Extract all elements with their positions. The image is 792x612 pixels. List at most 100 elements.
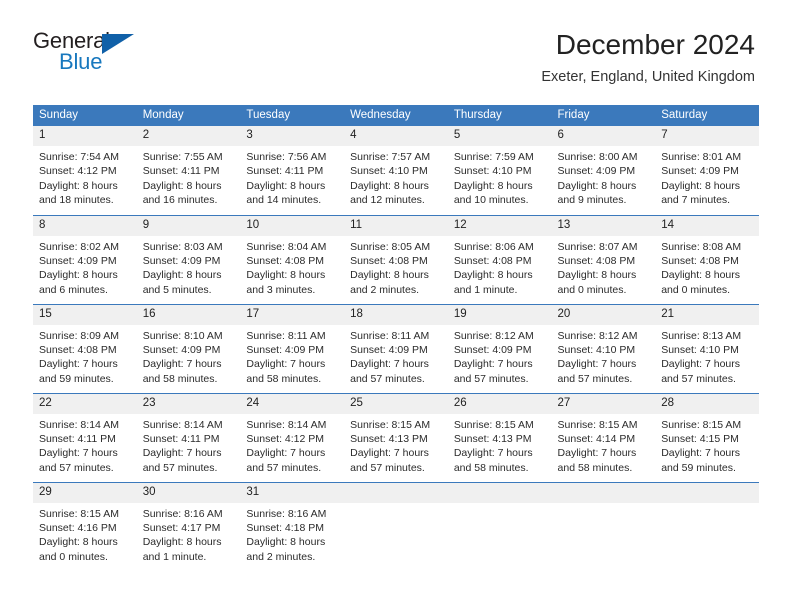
sunrise-text: Sunrise: 8:12 AM: [557, 329, 638, 342]
sunrise-text: Sunrise: 8:11 AM: [350, 329, 430, 342]
sunrise-text: Sunrise: 8:11 AM: [246, 329, 326, 342]
daylight-text-line2: and 57 minutes.: [453, 372, 529, 385]
daylight-text-line2: and 57 minutes.: [142, 461, 218, 474]
day-cell[interactable]: 1 Sunrise: 7:54 AM Sunset: 4:12 PM Dayli…: [33, 126, 137, 215]
sunset-text: Sunset: 4:08 PM: [661, 254, 739, 267]
week-row: 1 Sunrise: 7:54 AM Sunset: 4:12 PM Dayli…: [33, 126, 759, 215]
sunrise-text: Sunrise: 8:08 AM: [661, 240, 742, 253]
day-number: 28: [655, 393, 759, 414]
day-number: 9: [136, 215, 241, 236]
day-details: [552, 503, 656, 507]
sunrise-text: Sunrise: 8:15 AM: [350, 418, 431, 431]
day-cell[interactable]: 12 Sunrise: 8:06 AM Sunset: 4:08 PM Dayl…: [447, 214, 552, 304]
day-cell[interactable]: 8 Sunrise: 8:02 AM Sunset: 4:09 PM Dayli…: [33, 214, 137, 304]
day-number: 11: [344, 215, 448, 236]
day-cell[interactable]: 14 Sunrise: 8:08 AM Sunset: 4:08 PM Dayl…: [655, 214, 759, 304]
sunset-text: Sunset: 4:11 PM: [142, 432, 220, 445]
day-cell[interactable]: 29 Sunrise: 8:15 AM Sunset: 4:16 PM Dayl…: [33, 481, 137, 571]
day-number: 1: [33, 126, 137, 146]
day-cell[interactable]: 20 Sunrise: 8:12 AM Sunset: 4:10 PM Dayl…: [551, 303, 656, 393]
day-cell[interactable]: 31 Sunrise: 8:16 AM Sunset: 4:18 PM Dayl…: [240, 481, 345, 571]
day-cell[interactable]: 25 Sunrise: 8:15 AM Sunset: 4:13 PM Dayl…: [344, 392, 448, 482]
sunset-text: Sunset: 4:09 PM: [661, 165, 739, 178]
sunrise-text: Sunrise: 8:10 AM: [142, 329, 223, 342]
day-cell[interactable]: 30 Sunrise: 8:16 AM Sunset: 4:17 PM Dayl…: [136, 481, 241, 571]
day-details: Sunrise: 7:59 AM Sunset: 4:10 PM Dayligh…: [448, 146, 552, 208]
sunset-text: Sunset: 4:09 PM: [350, 343, 428, 356]
day-number: [551, 482, 656, 503]
day-cell[interactable]: 3 Sunrise: 7:56 AM Sunset: 4:11 PM Dayli…: [240, 126, 345, 215]
daylight-text-line1: Daylight: 7 hours: [453, 447, 533, 460]
day-cell[interactable]: 27 Sunrise: 8:15 AM Sunset: 4:14 PM Dayl…: [551, 392, 656, 482]
day-number: 26: [447, 393, 552, 414]
daylight-text-line2: and 59 minutes.: [39, 372, 114, 385]
general-blue-logo[interactable]: General Blue: [33, 28, 148, 76]
day-number: 16: [136, 304, 241, 325]
sunset-text: Sunset: 4:10 PM: [557, 343, 636, 356]
sunrise-text: Sunrise: 8:09 AM: [39, 329, 119, 342]
daylight-text-line2: and 12 minutes.: [350, 194, 425, 207]
day-cell[interactable]: 13 Sunrise: 8:07 AM Sunset: 4:08 PM Dayl…: [551, 214, 656, 304]
day-cell[interactable]: 6 Sunrise: 8:00 AM Sunset: 4:09 PM Dayli…: [551, 126, 656, 215]
daylight-text-line1: Daylight: 8 hours: [453, 269, 533, 282]
daylight-text-line2: and 3 minutes.: [246, 283, 316, 296]
daylight-text-line1: Daylight: 7 hours: [142, 447, 222, 460]
day-number: 7: [655, 126, 759, 146]
daylight-text-line2: and 58 minutes.: [246, 372, 322, 385]
day-cell[interactable]: 9 Sunrise: 8:03 AM Sunset: 4:09 PM Dayli…: [136, 214, 241, 304]
sunset-text: Sunset: 4:09 PM: [39, 254, 117, 267]
daylight-text-line2: and 0 minutes.: [39, 550, 108, 563]
sunset-text: Sunset: 4:16 PM: [39, 521, 117, 534]
day-number: 14: [655, 215, 759, 236]
day-cell[interactable]: 28 Sunrise: 8:15 AM Sunset: 4:15 PM Dayl…: [655, 392, 759, 482]
calendar-grid-wrapper: Sunday Monday Tuesday Wednesday Thursday…: [33, 105, 759, 571]
sunset-text: Sunset: 4:15 PM: [661, 432, 739, 445]
page-subtitle: Exeter, England, United Kingdom: [541, 69, 755, 85]
day-number: 13: [551, 215, 656, 236]
day-cell[interactable]: 5 Sunrise: 7:59 AM Sunset: 4:10 PM Dayli…: [447, 126, 552, 215]
weekday-header-friday: Friday: [551, 105, 656, 126]
daylight-text-line1: Daylight: 7 hours: [661, 358, 741, 371]
sunset-text: Sunset: 4:12 PM: [246, 432, 325, 445]
daylight-text-line2: and 2 minutes.: [350, 283, 419, 296]
day-cell[interactable]: 26 Sunrise: 8:15 AM Sunset: 4:13 PM Dayl…: [447, 392, 552, 482]
day-cell[interactable]: 7 Sunrise: 8:01 AM Sunset: 4:09 PM Dayli…: [655, 126, 759, 215]
day-details: Sunrise: 8:09 AM Sunset: 4:08 PM Dayligh…: [33, 325, 137, 387]
day-number: 25: [344, 393, 448, 414]
day-cell[interactable]: 10 Sunrise: 8:04 AM Sunset: 4:08 PM Dayl…: [240, 214, 345, 304]
day-cell[interactable]: 2 Sunrise: 7:55 AM Sunset: 4:11 PM Dayli…: [136, 126, 241, 215]
day-cell[interactable]: 17 Sunrise: 8:11 AM Sunset: 4:09 PM Dayl…: [240, 303, 345, 393]
day-cell[interactable]: 15 Sunrise: 8:09 AM Sunset: 4:08 PM Dayl…: [33, 303, 137, 393]
daylight-text-line1: Daylight: 8 hours: [557, 269, 637, 282]
title-block: December 2024 Exeter, England, United Ki…: [541, 28, 757, 87]
daylight-text-line1: Daylight: 7 hours: [350, 447, 429, 460]
day-details: Sunrise: 8:15 AM Sunset: 4:16 PM Dayligh…: [33, 503, 137, 565]
sunrise-text: Sunrise: 8:02 AM: [39, 240, 119, 253]
sunrise-text: Sunrise: 8:16 AM: [246, 507, 327, 520]
sunrise-text: Sunrise: 8:15 AM: [39, 507, 119, 520]
daylight-text-line1: Daylight: 8 hours: [350, 179, 429, 192]
day-cell[interactable]: 22 Sunrise: 8:14 AM Sunset: 4:11 PM Dayl…: [33, 392, 137, 482]
day-cell[interactable]: 11 Sunrise: 8:05 AM Sunset: 4:08 PM Dayl…: [344, 214, 448, 304]
day-cell[interactable]: 16 Sunrise: 8:10 AM Sunset: 4:09 PM Dayl…: [136, 303, 241, 393]
day-cell[interactable]: 4 Sunrise: 7:57 AM Sunset: 4:10 PM Dayli…: [344, 126, 448, 215]
daylight-text-line1: Daylight: 8 hours: [39, 269, 118, 282]
day-details: Sunrise: 8:03 AM Sunset: 4:09 PM Dayligh…: [137, 236, 241, 298]
day-cell[interactable]: 19 Sunrise: 8:12 AM Sunset: 4:09 PM Dayl…: [447, 303, 552, 393]
day-cell[interactable]: 21 Sunrise: 8:13 AM Sunset: 4:10 PM Dayl…: [655, 303, 759, 393]
day-details: Sunrise: 8:14 AM Sunset: 4:11 PM Dayligh…: [137, 414, 241, 476]
daylight-text-line1: Daylight: 8 hours: [246, 179, 326, 192]
sunrise-text: Sunrise: 8:05 AM: [350, 240, 431, 253]
daylight-text-line2: and 6 minutes.: [39, 283, 108, 296]
day-details: Sunrise: 8:16 AM Sunset: 4:18 PM Dayligh…: [240, 503, 344, 565]
sunset-text: Sunset: 4:09 PM: [246, 343, 325, 356]
daylight-text-line2: and 16 minutes.: [142, 194, 218, 207]
week-row: 15 Sunrise: 8:09 AM Sunset: 4:08 PM Dayl…: [33, 303, 759, 393]
sunrise-text: Sunrise: 8:06 AM: [453, 240, 534, 253]
daylight-text-line2: and 10 minutes.: [453, 194, 529, 207]
daylight-text-line1: Daylight: 8 hours: [142, 269, 222, 282]
day-cell[interactable]: 24 Sunrise: 8:14 AM Sunset: 4:12 PM Dayl…: [240, 392, 345, 482]
day-cell[interactable]: 23 Sunrise: 8:14 AM Sunset: 4:11 PM Dayl…: [136, 392, 241, 482]
daylight-text-line2: and 0 minutes.: [557, 283, 627, 296]
day-cell[interactable]: 18 Sunrise: 8:11 AM Sunset: 4:09 PM Dayl…: [344, 303, 448, 393]
